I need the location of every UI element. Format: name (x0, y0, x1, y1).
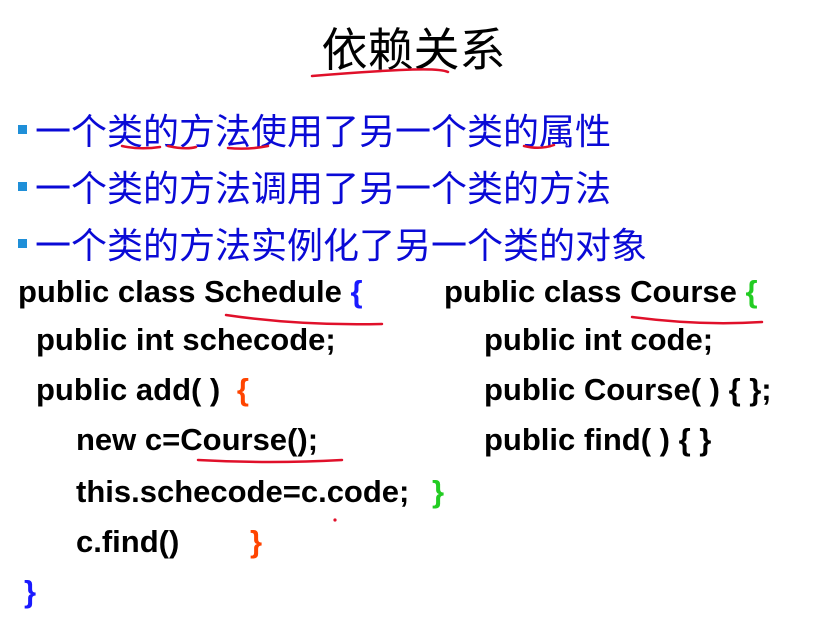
open-brace: { (350, 274, 363, 309)
bullet-text: 一个类的方法使用了另一个类的属性 (35, 112, 612, 153)
bullet-item-2: 一个类的方法调用了另一个类的方法 (18, 160, 611, 212)
code-text: public class Course (444, 274, 737, 309)
code-line-add-method: public add( ) { (36, 372, 249, 408)
code-line-schecode-field: public int schecode; (36, 322, 336, 357)
code-text: this.schecode=c.code; (76, 474, 410, 509)
code-text: public add( ) (36, 372, 221, 407)
bullet-item-3: 一个类的方法实例化了另一个类的对象 (18, 217, 647, 269)
code-line-code-field: public int code; (484, 322, 714, 357)
code-line-find-method: public find( ) { } (484, 422, 712, 457)
code-line-schedule-class: public class Schedule { (18, 274, 363, 310)
square-bullet-icon (18, 181, 27, 191)
open-brace: { (236, 372, 249, 407)
code-line-find-call: c.find() } (76, 524, 262, 560)
code-line-course-class: public class Course { (444, 274, 758, 310)
code-line-course-constructor: public Course( ) { }; (484, 372, 772, 407)
close-brace: } (249, 524, 263, 559)
close-brace: } (432, 474, 445, 509)
closing-brace-schedule: } (24, 574, 37, 609)
bullet-text: 一个类的方法调用了另一个类的方法 (35, 169, 612, 210)
course-call-underline-mark (196, 458, 344, 464)
code-text: public class Schedule (18, 274, 342, 309)
bullet-text: 一个类的方法实例化了另一个类的对象 (35, 226, 648, 267)
slide-title: 依赖关系 (321, 23, 506, 77)
square-bullet-icon (18, 124, 27, 134)
code-line-assign-code: this.schecode=c.code; } (76, 474, 444, 510)
bullet-item-1: 一个类的方法使用了另一个类的属性 (18, 103, 611, 155)
square-bullet-icon (18, 238, 27, 248)
code-line-new-course: new c=Course(); (76, 422, 319, 457)
annotation-dot (333, 518, 337, 522)
open-brace: { (745, 274, 758, 309)
code-text: c.find() (76, 524, 180, 559)
